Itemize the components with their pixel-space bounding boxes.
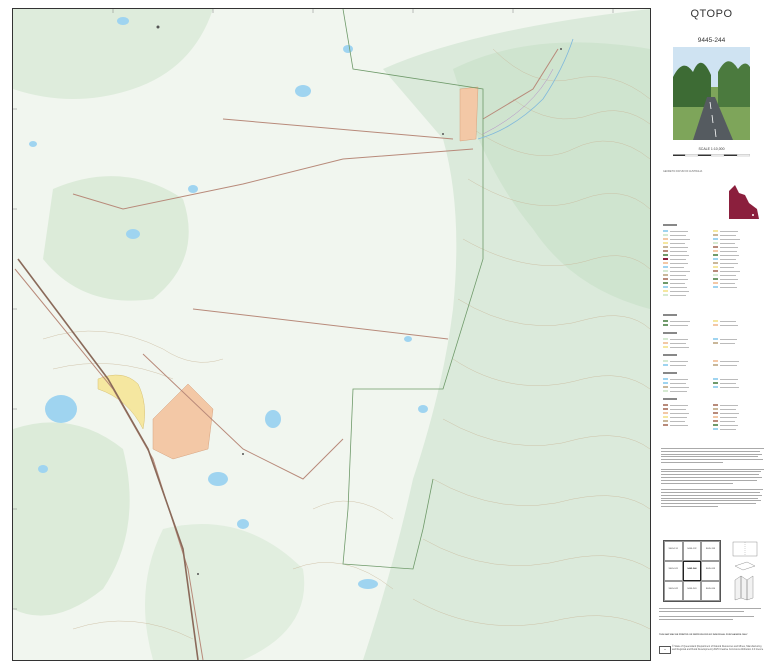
index-cell: 9445-131 bbox=[664, 541, 683, 561]
index-cell-current: 9445-244 bbox=[682, 561, 702, 581]
map-series-title: QTOPO bbox=[690, 8, 733, 20]
sheet-number: 9445-244 bbox=[697, 37, 726, 44]
adjoining-sheets-index: 9445-131 9445-132 9445-133 9445-241 9445… bbox=[663, 540, 721, 602]
disclaimer-text bbox=[661, 448, 764, 533]
index-cell: 9445-132 bbox=[682, 541, 702, 561]
projection-note: GEODETIC DATUM OF AUSTRALIA bbox=[663, 170, 703, 173]
index-cell: 9445-133 bbox=[701, 541, 720, 561]
folding-diagram bbox=[732, 541, 758, 601]
index-cell: 9445-242 bbox=[664, 581, 683, 601]
index-cell: 9445-241 bbox=[664, 561, 683, 581]
disclaimer-lines bbox=[659, 608, 765, 620]
map-canvas[interactable] bbox=[13, 9, 650, 660]
scale-bar bbox=[673, 154, 750, 157]
cover-photo bbox=[673, 47, 750, 140]
map-scale-label: SCALE 1:10,000 bbox=[698, 147, 725, 151]
queensland-locator-map bbox=[729, 185, 759, 219]
cc-licence-logo: cc bbox=[659, 646, 671, 654]
print-note: THIS MAP MAY BE PRINTED OR REPRODUCED BY… bbox=[659, 634, 748, 636]
map-side-panel: QTOPO 9445-244 SCALE 1:10,000 GEODETIC D… bbox=[655, 0, 768, 671]
index-cell: 9445-243 bbox=[682, 581, 702, 601]
map-sheet: QTOPO 9445-244 SCALE 1:10,000 GEODETIC D… bbox=[0, 0, 768, 671]
map-legend bbox=[663, 224, 763, 439]
copyright-text: © State of Queensland (Department of Nat… bbox=[672, 645, 764, 651]
index-cell: 9445-243 bbox=[701, 561, 720, 581]
topographic-map[interactable] bbox=[12, 8, 651, 661]
index-cell: 9445-244 bbox=[701, 581, 720, 601]
licence-line: Creative Commons Attribution 4.0 licence bbox=[719, 648, 764, 651]
